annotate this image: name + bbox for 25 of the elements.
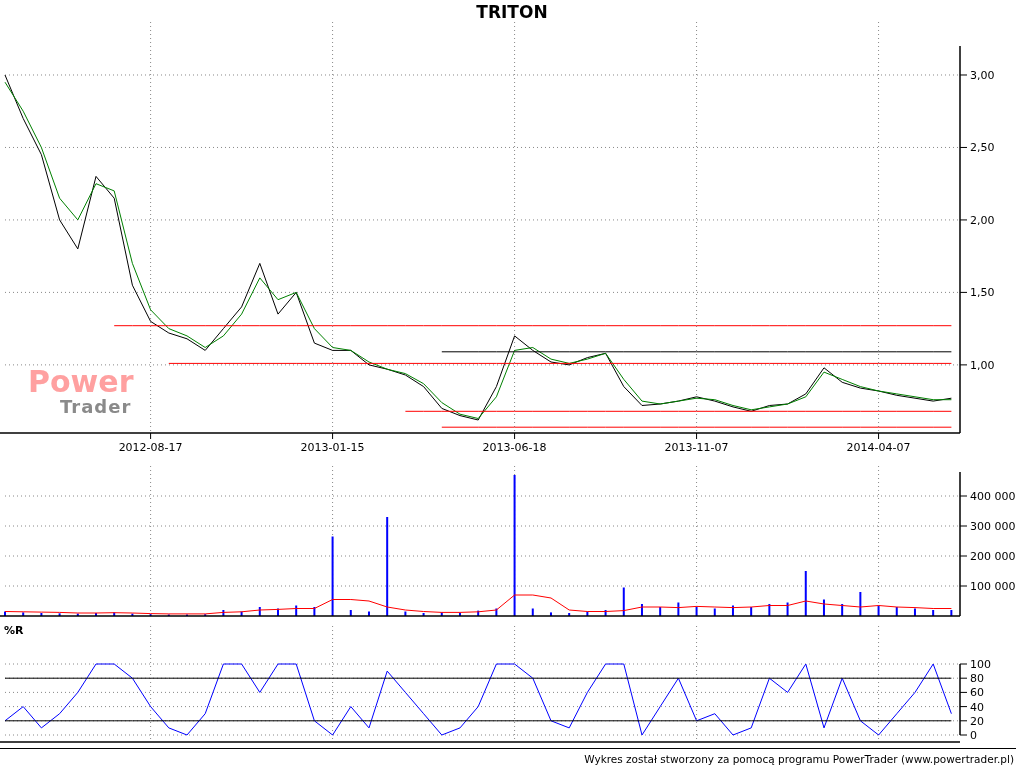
- chart-title: TRITON: [476, 1, 548, 22]
- axis-label: 60: [970, 686, 984, 700]
- axis-label: 2014-04-07: [846, 441, 911, 454]
- axis-label: 400 000: [970, 490, 1016, 503]
- axis-label: 40: [970, 700, 984, 714]
- axis-label: 20: [970, 714, 984, 728]
- axis-label: 2013-11-07: [664, 441, 729, 454]
- axis-label: 80: [970, 672, 984, 686]
- axis-label: 200 000: [970, 550, 1016, 563]
- axis-label: 2012-08-17: [118, 441, 183, 454]
- axis-label: 2013-06-18: [482, 441, 547, 454]
- footer-credit: Wykres został stworzony za pomocą programu PowerTrader (www.powertrader.pl): [584, 752, 1014, 765]
- logo-text: Trader: [60, 397, 132, 417]
- indicator-label: %R: [4, 624, 24, 637]
- logo-text: Power: [28, 367, 134, 397]
- axis-label: 1,50: [970, 286, 995, 300]
- axis-label: 100 000: [970, 580, 1016, 593]
- axis-label: 0: [970, 729, 977, 742]
- axis-label: 1,00: [970, 358, 995, 372]
- axis-label: 100: [970, 658, 991, 671]
- axis-label: 2013-01-15: [300, 441, 365, 454]
- axis-label: 2,00: [970, 213, 995, 227]
- axis-label: 3,00: [970, 69, 995, 82]
- axis-label: 2,50: [970, 141, 995, 155]
- axis-label: 300 000: [970, 520, 1016, 533]
